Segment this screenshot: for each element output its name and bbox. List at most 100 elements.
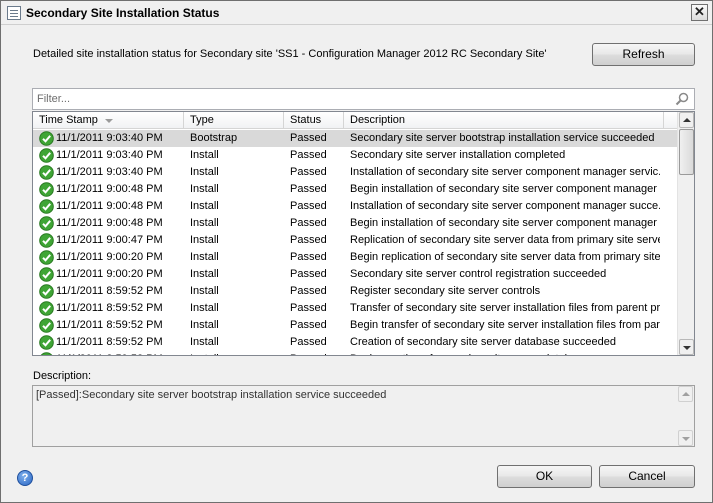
scroll-up-button[interactable]	[679, 112, 694, 128]
cell-description: Creation of secondary site server databa…	[350, 336, 616, 348]
cell-time-stamp: 11/1/2011 8:59:52 PM	[56, 319, 163, 331]
ok-button[interactable]: OK	[497, 465, 592, 488]
cell-time-stamp: 11/1/2011 9:00:48 PM	[56, 200, 163, 212]
table-row[interactable]: 11/1/2011 9:00:20 PM Install Passed Begin r…	[33, 249, 678, 266]
cell-type: Install	[190, 319, 219, 331]
column-header-description[interactable]: Description	[344, 112, 664, 129]
cell-status: Passed	[290, 351, 345, 355]
green-checkmark-icon	[39, 131, 54, 146]
cell-description: Installation of secondary site server co…	[350, 200, 660, 212]
cell-time-stamp: 11/1/2011 9:00:48 PM	[56, 217, 163, 229]
cell-description: Transfer of secondary site server instal…	[350, 302, 660, 314]
refresh-button[interactable]: Refresh	[592, 43, 695, 66]
green-checkmark-icon	[39, 233, 54, 248]
status-grid: Time Stamp Type Status Description 11/1/…	[32, 111, 695, 356]
filter-box	[32, 88, 695, 110]
cell-time-stamp: 11/1/2011 9:03:40 PM	[56, 149, 163, 161]
cancel-button[interactable]: Cancel	[599, 465, 695, 488]
green-checkmark-icon	[39, 267, 54, 282]
green-checkmark-icon	[39, 216, 54, 231]
cell-status: Passed	[290, 217, 327, 229]
green-checkmark-icon	[39, 165, 54, 180]
table-row[interactable]: 11/1/2011 8:59:52 PM Install Passed Begin c…	[33, 351, 678, 355]
cell-type: Install	[190, 217, 219, 229]
search-icon[interactable]	[675, 92, 689, 106]
cell-description: Begin installation of secondary site ser…	[350, 217, 657, 229]
cell-description: Secondary site server bootstrap installa…	[350, 132, 655, 144]
table-row[interactable]: 11/1/2011 8:59:52 PM Install Passed Begin t…	[33, 317, 678, 334]
column-header-status[interactable]: Status	[284, 112, 344, 129]
table-row[interactable]: 11/1/2011 9:00:48 PM Install Passed Begin i…	[33, 181, 678, 198]
cell-status: Passed	[290, 149, 327, 161]
column-header-time-stamp[interactable]: Time Stamp	[33, 112, 184, 129]
table-row[interactable]: 11/1/2011 9:00:48 PM Install Passed Begin i…	[33, 215, 678, 232]
cell-type: Install	[190, 200, 219, 212]
table-row[interactable]: 11/1/2011 8:59:52 PM Install Passed Creatio…	[33, 334, 678, 351]
grid-vertical-scrollbar[interactable]	[677, 112, 694, 355]
table-row[interactable]: 11/1/2011 9:03:40 PM Install Passed Seconda…	[33, 147, 678, 164]
green-checkmark-icon	[40, 352, 53, 355]
cell-time-stamp: 11/1/2011 9:00:20 PM	[56, 268, 163, 280]
cell-time-stamp: 11/1/2011 8:59:52 PM	[56, 285, 163, 297]
cell-status: Passed	[290, 200, 327, 212]
table-row[interactable]: 11/1/2011 9:03:40 PM Bootstrap Passed Secon…	[33, 130, 678, 147]
description-scrollbar[interactable]	[677, 386, 694, 446]
table-row[interactable]: 11/1/2011 9:03:40 PM Install Passed Install…	[33, 164, 678, 181]
cell-description: Begin creation of secondary site server …	[350, 351, 660, 355]
help-icon[interactable]: ?	[17, 470, 33, 486]
cell-description: Secondary site server installation compl…	[350, 149, 566, 161]
title-bar: Secondary Site Installation Status ✕	[1, 1, 712, 25]
description-textbox[interactable]: [Passed]:Secondary site server bootstrap…	[32, 385, 695, 447]
description-scroll-down[interactable]	[678, 430, 693, 446]
green-checkmark-icon	[39, 284, 54, 299]
grid-rows: 11/1/2011 9:03:40 PM Bootstrap Passed Secon…	[33, 130, 678, 355]
window-title: Secondary Site Installation Status	[26, 6, 220, 20]
cell-time-stamp: 11/1/2011 9:00:20 PM	[56, 251, 163, 263]
table-row[interactable]: 11/1/2011 8:59:52 PM Install Passed Transfe…	[33, 300, 678, 317]
cell-time-stamp: 11/1/2011 8:59:52 PM	[56, 302, 163, 314]
cell-type: Install	[190, 302, 219, 314]
cell-time-stamp: 11/1/2011 8:59:52 PM	[56, 336, 163, 348]
cell-time-stamp: 11/1/2011 9:03:40 PM	[56, 132, 163, 144]
scroll-down-button[interactable]	[679, 339, 694, 355]
cell-description: Begin transfer of secondary site server …	[350, 319, 660, 331]
cell-status: Passed	[290, 183, 327, 195]
green-checkmark-icon	[39, 199, 54, 214]
sort-descending-icon	[105, 119, 113, 123]
cell-description: Installation of secondary site server co…	[350, 166, 660, 178]
green-checkmark-icon	[39, 301, 54, 316]
cell-time-stamp: 11/1/2011 9:00:48 PM	[56, 183, 163, 195]
cell-type: Install	[190, 149, 219, 161]
cell-type: Install	[190, 351, 285, 355]
cell-status: Passed	[290, 166, 327, 178]
green-checkmark-icon	[39, 318, 54, 333]
cell-description: Replication of secondary site server dat…	[350, 234, 660, 246]
cell-type: Install	[190, 251, 219, 263]
cell-time-stamp: 11/1/2011 9:03:40 PM	[56, 166, 163, 178]
cell-type: Install	[190, 166, 219, 178]
green-checkmark-icon	[39, 148, 54, 163]
cell-type: Install	[190, 336, 219, 348]
cell-status: Passed	[290, 336, 327, 348]
column-header-type[interactable]: Type	[184, 112, 284, 129]
grid-header: Time Stamp Type Status Description	[33, 112, 678, 129]
cell-type: Bootstrap	[190, 132, 238, 144]
filter-input[interactable]	[33, 89, 673, 109]
cell-type: Install	[190, 268, 219, 280]
green-checkmark-icon	[39, 182, 54, 197]
cell-type: Install	[190, 285, 219, 297]
cell-time-stamp: 11/1/2011 9:00:47 PM	[56, 234, 163, 246]
installation-status-dialog: Secondary Site Installation Status ✕ Det…	[0, 0, 713, 503]
cell-status: Passed	[290, 285, 327, 297]
close-button[interactable]: ✕	[691, 4, 708, 21]
cell-description: Secondary site server control registrati…	[350, 268, 607, 280]
cell-description: Begin installation of secondary site ser…	[350, 183, 660, 195]
table-row[interactable]: 11/1/2011 8:59:52 PM Install Passed Registe…	[33, 283, 678, 300]
scrollbar-thumb[interactable]	[679, 129, 694, 175]
cell-status: Passed	[290, 268, 327, 280]
description-scroll-up[interactable]	[678, 386, 693, 402]
table-row[interactable]: 11/1/2011 9:00:47 PM Install Passed Replica…	[33, 232, 678, 249]
cell-description: Begin replication of secondary site serv…	[350, 251, 660, 263]
table-row[interactable]: 11/1/2011 9:00:48 PM Install Passed Install…	[33, 198, 678, 215]
table-row[interactable]: 11/1/2011 9:00:20 PM Install Passed Seconda…	[33, 266, 678, 283]
